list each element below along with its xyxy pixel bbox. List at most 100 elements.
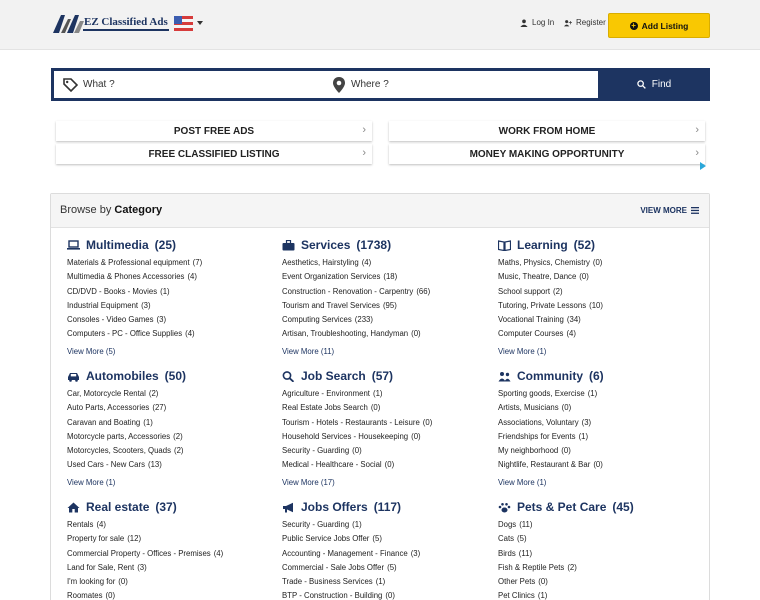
subcategory-link[interactable]: Public Service Jobs Offer (5): [282, 532, 482, 546]
register-link[interactable]: Register: [564, 18, 606, 27]
view-more-link[interactable]: View More (1): [67, 478, 267, 487]
subcategory-link[interactable]: I'm looking for (0): [67, 575, 267, 589]
subcategory-link[interactable]: Accounting - Management - Finance (3): [282, 547, 482, 561]
subcategory-link[interactable]: Real Estate Jobs Search (0): [282, 401, 482, 415]
subcategory-link[interactable]: Household Services - Housekeeping (0): [282, 430, 482, 444]
subcategory-count: (3): [581, 417, 592, 427]
subcategory-link[interactable]: Artists, Musicians (0): [498, 401, 698, 415]
subcategory-link[interactable]: Event Organization Services (18): [282, 270, 482, 284]
category-count: (117): [373, 500, 402, 514]
subcategory-link[interactable]: Computing Services (233): [282, 313, 482, 327]
ad-link-post-free-ads[interactable]: POST FREE ADS ›: [56, 121, 372, 141]
subcategory-link[interactable]: Computers - PC - Office Supplies (4): [67, 327, 267, 341]
subcategory-link[interactable]: Roomates (0): [67, 589, 267, 600]
subcategory-count: (0): [105, 591, 116, 600]
subcategory-link[interactable]: Property for sale (12): [67, 532, 267, 546]
subcategory-link[interactable]: Medical - Healthcare - Social (0): [282, 458, 482, 472]
category-heading-link[interactable]: Job Search (57): [282, 368, 482, 384]
category-heading-link[interactable]: Services (1738): [282, 237, 482, 253]
subcategory-link[interactable]: Tutoring, Private Lessons (10): [498, 299, 698, 313]
subcategory-count: (66): [416, 286, 431, 296]
subcategory-link[interactable]: Construction - Renovation - Carpentry (66…: [282, 285, 482, 299]
category-heading-link[interactable]: Real estate (37): [67, 499, 267, 515]
subcategory-count: (27): [152, 403, 167, 413]
language-dropdown-caret-icon[interactable]: [197, 21, 203, 25]
subcategory-link[interactable]: Friendships for Events (1): [498, 430, 698, 444]
subcategory-link[interactable]: Artisan, Troubleshooting, Handyman (0): [282, 327, 482, 341]
subcategory-link[interactable]: Trade - Business Services (1): [282, 575, 482, 589]
category-heading-link[interactable]: Jobs Offers (117): [282, 499, 482, 515]
subcategory-link[interactable]: Commercial - Sale Jobs Offer (5): [282, 561, 482, 575]
subcategory-link[interactable]: Auto Parts, Accessories (27): [67, 401, 267, 415]
subcategory-link[interactable]: Vocational Training (34): [498, 313, 698, 327]
subcategory-link[interactable]: Tourism and Travel Services (95): [282, 299, 482, 313]
view-more-link[interactable]: View More (5): [67, 347, 267, 356]
subcategory-count: (13): [147, 460, 162, 470]
language-flag-icon[interactable]: [174, 16, 193, 31]
category-heading-link[interactable]: Multimedia (25): [67, 237, 267, 253]
subcategory-link[interactable]: CD/DVD - Books - Movies (1): [67, 285, 267, 299]
subcategory-link[interactable]: Birds (11): [498, 547, 698, 561]
subcategory-link[interactable]: Aesthetics, Hairstyling (4): [282, 256, 482, 270]
subcategory-link[interactable]: Consoles - Video Games (3): [67, 313, 267, 327]
subcategory-count: (0): [411, 329, 421, 339]
category-heading-link[interactable]: Automobiles (50): [67, 368, 267, 384]
subcategory-link[interactable]: Industrial Equipment (3): [67, 299, 267, 313]
subcategory-link[interactable]: School support (2): [498, 285, 698, 299]
subcategory-link[interactable]: Motorcycle parts, Accessories (2): [67, 430, 267, 444]
subcategory-link[interactable]: Caravan and Boating (1): [67, 416, 267, 430]
view-more-link[interactable]: View More (1): [498, 347, 698, 356]
subcategory-count: (1): [143, 417, 153, 427]
subcategory-link[interactable]: Dogs (11): [498, 518, 698, 532]
category-heading-link[interactable]: Pets & Pet Care (45): [498, 499, 698, 515]
ad-link-money-making-opportunity[interactable]: MONEY MAKING OPPORTUNITY ›: [389, 144, 705, 164]
category-heading-link[interactable]: Learning (52): [498, 237, 698, 253]
what-input[interactable]: What ?: [54, 71, 324, 98]
find-button[interactable]: Find: [598, 68, 710, 101]
subcategory-link[interactable]: Music, Theatre, Dance (0): [498, 270, 698, 284]
subcategory-label: Multimedia & Phones Accessories: [67, 272, 185, 282]
ad-link-work-from-home[interactable]: WORK FROM HOME ›: [389, 121, 705, 141]
subcategory-link[interactable]: BTP - Construction - Building (0): [282, 589, 482, 600]
login-link[interactable]: Log In: [520, 18, 554, 27]
subcategory-link[interactable]: Pet Clinics (1): [498, 589, 698, 600]
briefcase-icon: [282, 239, 295, 250]
subcategory-link[interactable]: Agriculture - Environment (1): [282, 387, 482, 401]
subcategory-link[interactable]: Rentals (4): [67, 518, 267, 532]
view-more-categories-link[interactable]: VIEW MORE: [640, 206, 699, 215]
where-placeholder: Where ?: [351, 79, 389, 90]
category-heading-link[interactable]: Community (6): [498, 368, 698, 384]
subcategory-link[interactable]: Multimedia & Phones Accessories (4): [67, 270, 267, 284]
add-listing-button[interactable]: + Add Listing: [608, 13, 710, 38]
subcategory-link[interactable]: Fish & Reptile Pets (2): [498, 561, 698, 575]
subcategory-link[interactable]: Used Cars - New Cars (13): [67, 458, 267, 472]
subcategory-link[interactable]: Motorcycles, Scooters, Quads (2): [67, 444, 267, 458]
subcategory-link[interactable]: Tourism - Hotels - Restaurants - Leisure…: [282, 416, 482, 430]
browse-title: Category: [114, 204, 163, 216]
subcategory-link[interactable]: Sporting goods, Exercise (1): [498, 387, 698, 401]
ad-link-free-classified-listing[interactable]: FREE CLASSIFIED LISTING ›: [56, 144, 372, 164]
subcategory-link[interactable]: Other Pets (0): [498, 575, 698, 589]
subcategory-link[interactable]: My neighborhood (0): [498, 444, 698, 458]
view-more-link[interactable]: View More (1): [498, 478, 698, 487]
subcategory-link[interactable]: Security - Guarding (0): [282, 444, 482, 458]
subcategory-label: Computer Courses: [498, 329, 564, 339]
add-listing-label: Add Listing: [641, 20, 689, 31]
subcategory-link[interactable]: Car, Motorcycle Rental (2): [67, 387, 267, 401]
subcategory-list: Materials & Professional equipment (7) Mul…: [67, 256, 267, 342]
subcategory-link[interactable]: Materials & Professional equipment (7): [67, 256, 267, 270]
subcategory-link[interactable]: Nightlife, Restaurant & Bar (0): [498, 458, 698, 472]
view-more-link[interactable]: View More (17): [282, 478, 482, 487]
subcategory-link[interactable]: Commercial Property - Offices - Premises…: [67, 547, 267, 561]
subcategory-link[interactable]: Maths, Physics, Chemistry (0): [498, 256, 698, 270]
subcategory-link[interactable]: Security - Guarding (1): [282, 518, 482, 532]
adchoices-icon[interactable]: [700, 162, 706, 170]
site-logo[interactable]: EZ Classified Ads: [53, 13, 169, 33]
subcategory-link[interactable]: Cats (5): [498, 532, 698, 546]
subcategory-link[interactable]: Associations, Voluntary (3): [498, 416, 698, 430]
subcategory-link[interactable]: Computer Courses (4): [498, 327, 698, 341]
view-more-link[interactable]: View More (11): [282, 347, 482, 356]
where-input[interactable]: Where ?: [324, 71, 598, 98]
subcategory-link[interactable]: Land for Sale, Rent (3): [67, 561, 267, 575]
subcategory-label: Used Cars - New Cars: [67, 460, 145, 470]
